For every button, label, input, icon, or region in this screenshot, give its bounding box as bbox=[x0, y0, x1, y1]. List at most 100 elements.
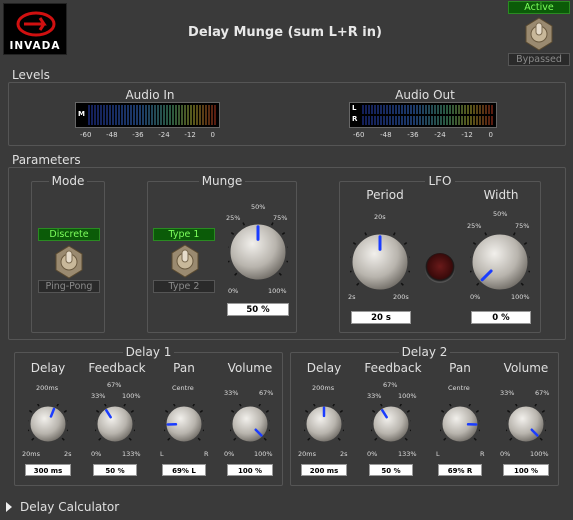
knob-tick bbox=[409, 429, 414, 432]
knob-graphic bbox=[227, 401, 273, 443]
knob-tick bbox=[167, 437, 171, 441]
d1-fb-tick-100: 100% bbox=[122, 392, 141, 400]
delay2-delay-knob[interactable] bbox=[301, 401, 347, 444]
d2-delay-tick-mid: 200ms bbox=[312, 384, 335, 392]
knob-tick bbox=[403, 241, 408, 245]
period-tick-200s: 200s bbox=[393, 293, 409, 301]
lfo-width-value[interactable]: 0 % bbox=[471, 311, 531, 324]
scale-tick: -36 bbox=[132, 131, 144, 139]
delay-calculator-expander[interactable]: Delay Calculator bbox=[6, 500, 119, 514]
knob-body bbox=[96, 405, 134, 443]
lfo-period-value[interactable]: 20 s bbox=[351, 311, 411, 324]
knob-tick bbox=[31, 437, 35, 441]
knob-body bbox=[471, 233, 529, 291]
knob-tick bbox=[133, 429, 138, 432]
d2-pan-tick-centre: Centre bbox=[448, 384, 470, 392]
d1-pan-tick-l: L bbox=[160, 450, 164, 458]
audio-out-scale: -60 -48 -36 -24 -12 0 bbox=[353, 131, 493, 139]
delay1-volume-value[interactable]: 100 % bbox=[227, 464, 273, 476]
bypass-switch[interactable] bbox=[524, 17, 554, 55]
delay1-feedback-knob[interactable] bbox=[92, 401, 138, 444]
lfo-width-knob[interactable] bbox=[467, 229, 533, 292]
d1-vol-tick-67: 67% bbox=[259, 389, 274, 397]
munge-type-switch[interactable] bbox=[170, 244, 200, 282]
delay2-volume-value[interactable]: 100 % bbox=[503, 464, 549, 476]
knob-graphic bbox=[92, 401, 138, 443]
knob-graphic bbox=[347, 229, 413, 291]
knob-tick bbox=[265, 409, 270, 413]
knob-graphic bbox=[467, 229, 533, 291]
knob-tick bbox=[202, 429, 207, 432]
logo-text: INVADA bbox=[9, 40, 61, 52]
invada-logo: INVADA bbox=[3, 3, 67, 55]
d1-pan-tick-centre: Centre bbox=[172, 384, 194, 392]
knob-tick bbox=[448, 403, 452, 407]
munge-knob[interactable] bbox=[225, 219, 291, 282]
toggle-switch-icon bbox=[55, 245, 83, 279]
delay2-feedback-knob[interactable] bbox=[368, 401, 414, 444]
knob-tick bbox=[371, 409, 376, 413]
mode-switch[interactable] bbox=[54, 245, 84, 283]
width-tick-0: 0% bbox=[470, 293, 481, 301]
knob-tick bbox=[258, 403, 262, 407]
delay2-pan-knob[interactable] bbox=[437, 401, 483, 444]
meter-channel-r: R bbox=[352, 115, 358, 123]
delay1-feedback-value[interactable]: 50 % bbox=[93, 464, 137, 476]
period-tick-2s: 2s bbox=[348, 293, 356, 301]
munge-value[interactable]: 50 % bbox=[227, 303, 289, 316]
delay2-pan-value[interactable]: 69% R bbox=[438, 464, 482, 476]
audio-out-meter-bar-r bbox=[362, 116, 493, 125]
lfo-period-knob[interactable] bbox=[347, 229, 413, 292]
d1-vol-tick-33: 33% bbox=[224, 389, 239, 397]
knob-tick bbox=[339, 409, 344, 413]
knob-tick bbox=[63, 409, 68, 413]
knob-tick bbox=[226, 260, 230, 263]
knob-tick bbox=[440, 409, 445, 413]
delay2-feedback-label: Feedback bbox=[364, 361, 422, 375]
period-tick-20s: 20s bbox=[374, 213, 386, 221]
knob-tick bbox=[379, 403, 383, 407]
knob-tick bbox=[95, 409, 100, 413]
d1-vol-tick-0: 0% bbox=[224, 450, 235, 458]
knob-tick bbox=[172, 403, 176, 407]
delay2-volume-knob[interactable] bbox=[503, 401, 549, 444]
knob-tick bbox=[230, 409, 235, 413]
knob-tick bbox=[506, 409, 511, 413]
delay1-volume-knob[interactable] bbox=[227, 401, 273, 444]
audio-out-meter: L R bbox=[349, 102, 497, 128]
width-tick-100: 100% bbox=[511, 293, 530, 301]
scale-tick: -48 bbox=[106, 131, 118, 139]
munge-tick-25: 25% bbox=[226, 214, 241, 222]
scale-tick: -48 bbox=[380, 131, 392, 139]
knob-tick bbox=[473, 437, 477, 441]
knob-tick bbox=[472, 241, 477, 245]
audio-in-scale: -60 -48 -36 -24 -12 0 bbox=[80, 131, 215, 139]
knob-tick bbox=[233, 437, 237, 441]
knob-tick bbox=[544, 429, 549, 432]
knob-tick bbox=[263, 437, 267, 441]
knob-tick bbox=[332, 403, 336, 407]
d1-delay-tick-mid: 200ms bbox=[36, 384, 59, 392]
scale-tick: -60 bbox=[353, 131, 365, 139]
meter-channel-m: M bbox=[78, 110, 85, 118]
knob-tick bbox=[503, 429, 508, 432]
knob-tick bbox=[61, 437, 65, 441]
knob-tick bbox=[408, 270, 412, 273]
knob-tick bbox=[400, 282, 404, 286]
knob-body bbox=[29, 405, 67, 443]
d1-delay-tick-min: 20ms bbox=[22, 450, 40, 458]
knob-tick bbox=[443, 437, 447, 441]
munge-tick-50: 50% bbox=[251, 203, 266, 211]
delay2-delay-value[interactable]: 200 ms bbox=[301, 464, 347, 476]
knob-tick bbox=[28, 409, 33, 413]
audio-in-meter: M bbox=[75, 102, 220, 128]
munge-type2-led: Type 2 bbox=[153, 280, 215, 293]
delay2-feedback-value[interactable]: 50 % bbox=[369, 464, 413, 476]
delay1-delay-knob[interactable] bbox=[25, 401, 71, 444]
delay1-pan-value[interactable]: 69% L bbox=[162, 464, 206, 476]
delay1-delay-value[interactable]: 300 ms bbox=[25, 464, 71, 476]
d2-fb-tick-133: 133% bbox=[398, 450, 417, 458]
knob-tick bbox=[230, 231, 235, 235]
delay1-pan-label: Pan bbox=[173, 361, 195, 375]
delay1-pan-knob[interactable] bbox=[161, 401, 207, 444]
